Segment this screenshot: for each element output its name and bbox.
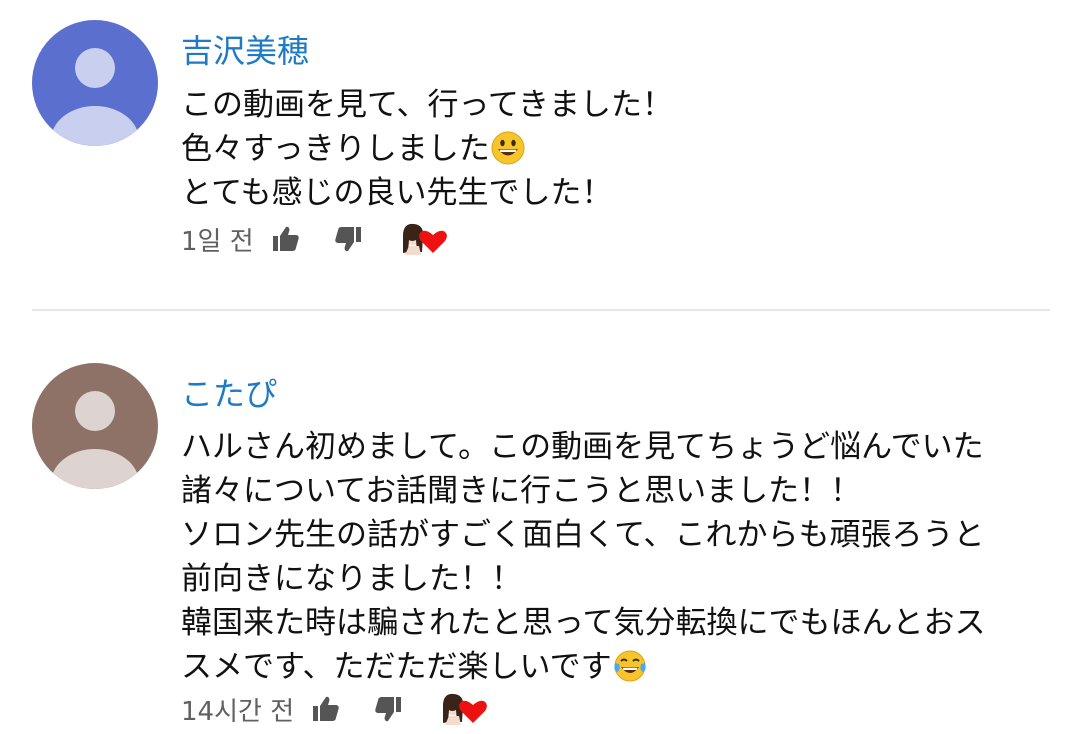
comment-author[interactable]: こたぴ xyxy=(181,374,277,414)
comment-line: ソロン先生の話がすごく面白くて、これからも頑張ろうと xyxy=(181,517,985,553)
comment-line: 韓国来た時は騙されたと思って気分転換にでもほんとおス xyxy=(181,605,986,641)
creator-heart-icon xyxy=(443,693,487,725)
comment-1: 吉沢美穂 この動画を見て、行ってきました！ 色々すっきりしました とても感じの良… xyxy=(0,0,1080,300)
grinning-face-emoji-icon xyxy=(491,131,525,165)
comment-actions: 1일 전 xyxy=(181,219,447,259)
thumbs-up-icon[interactable] xyxy=(271,224,301,254)
thumbs-down-icon[interactable] xyxy=(333,224,363,254)
tears-of-joy-emoji-icon xyxy=(613,649,647,683)
comment-text: ハルさん初めまして。この動画を見てちょうど悩んでいた 諸々についてお話聞きに行こ… xyxy=(181,425,985,689)
creator-heart-badge[interactable] xyxy=(399,222,447,256)
comment-line-with-emoji: スメです、ただただ楽しいです xyxy=(181,645,985,689)
default-avatar-icon xyxy=(32,20,158,146)
comment-line: とても感じの良い先生でした！ xyxy=(181,175,613,211)
comment-divider xyxy=(32,309,1050,311)
thumbs-up-icon[interactable] xyxy=(311,694,341,724)
comment-line-text: 色々すっきりしました xyxy=(181,131,490,167)
comment-line: ハルさん初めまして。この動画を見てちょうど悩んでいた xyxy=(181,429,984,465)
thumbs-down-icon[interactable] xyxy=(373,694,403,724)
comment-line-text: スメです、ただただ楽しいです xyxy=(181,649,612,685)
default-avatar-icon xyxy=(32,363,158,489)
comment-line: この動画を見て、行ってきました！ xyxy=(181,87,673,123)
comment-text: この動画を見て、行ってきました！ 色々すっきりしました とても感じの良い先生でし… xyxy=(181,83,673,215)
avatar[interactable] xyxy=(32,363,158,489)
comment-actions: 14시간 전 xyxy=(181,689,487,729)
creator-heart-badge[interactable] xyxy=(439,692,487,726)
comment-line: 前向きになりました！！ xyxy=(181,561,522,597)
comment-timestamp: 1일 전 xyxy=(181,226,254,257)
creator-heart-icon xyxy=(402,223,447,255)
comment-timestamp: 14시간 전 xyxy=(181,696,295,727)
comment-line: 諸々についてお話聞きに行こうと思いました！！ xyxy=(181,473,862,509)
avatar[interactable] xyxy=(32,20,158,146)
comment-2: こたぴ ハルさん初めまして。この動画を見てちょうど悩んでいた 諸々についてお話聞… xyxy=(0,340,1080,734)
comment-author[interactable]: 吉沢美穂 xyxy=(181,31,309,71)
comment-line-with-emoji: 色々すっきりしました xyxy=(181,127,673,171)
